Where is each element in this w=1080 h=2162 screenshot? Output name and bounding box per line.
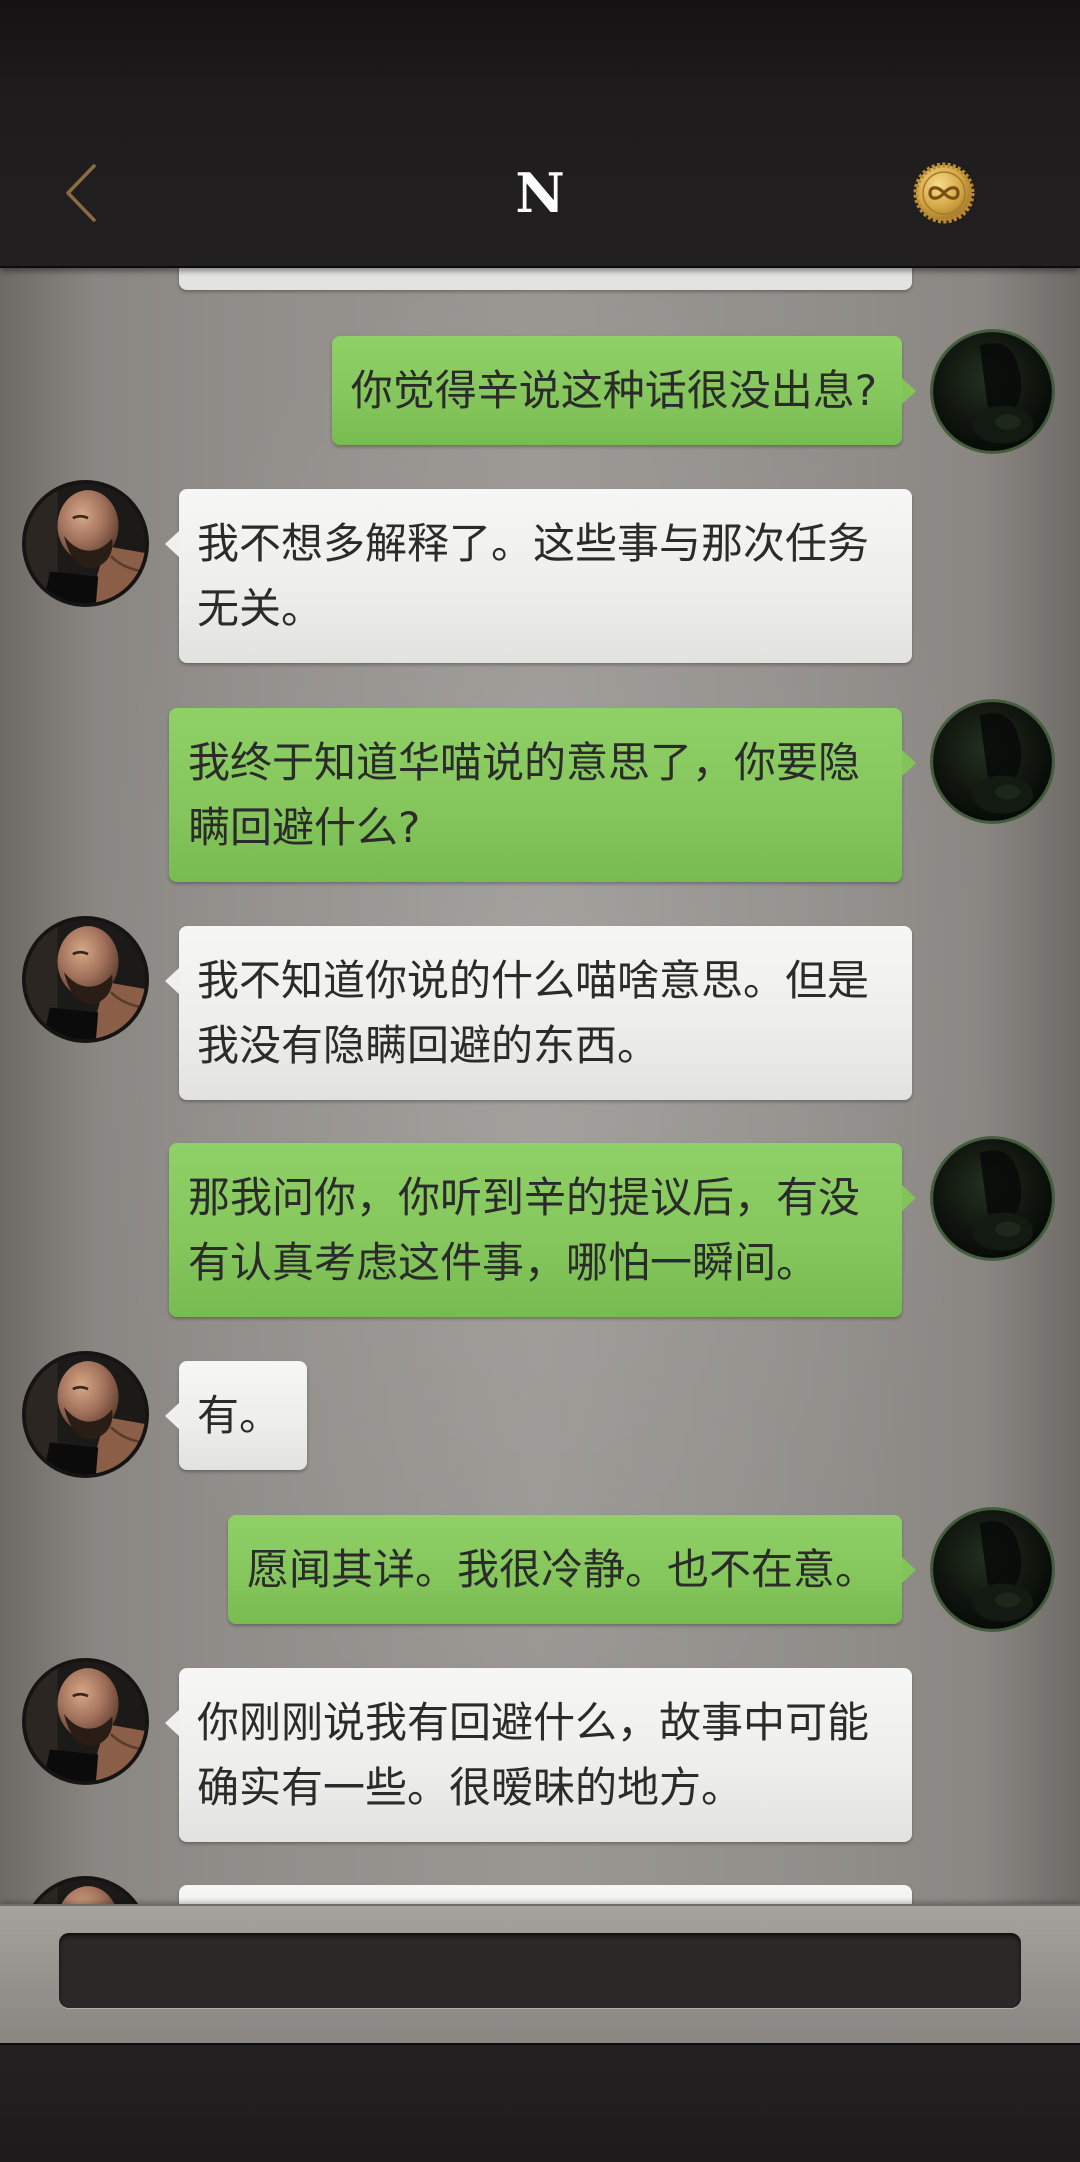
infinity-badge-icon bbox=[913, 162, 975, 224]
message-bubble-received: 我不想多解释了。这些事与那次任务无关。 bbox=[165, 489, 912, 663]
back-button[interactable] bbox=[56, 158, 104, 228]
user-avatar bbox=[929, 1135, 1056, 1262]
contact-avatar bbox=[22, 1876, 149, 1904]
chat-area[interactable]: 你觉得辛说这种话很没出息? 我不想多解释了。这些事与那次任务无关。 我终于知道华… bbox=[0, 266, 1080, 1904]
message-bubble-sent: 愿闻其详。我很冷静。也不在意。 bbox=[227, 1515, 917, 1624]
user-avatar bbox=[929, 698, 1056, 825]
page-title: N bbox=[515, 161, 565, 225]
contact-avatar bbox=[22, 916, 149, 1043]
contact-avatar bbox=[22, 480, 149, 607]
badge-button[interactable] bbox=[912, 161, 976, 225]
app-header: N bbox=[0, 0, 1080, 268]
user-avatar bbox=[929, 328, 1056, 455]
user-avatar bbox=[929, 1506, 1056, 1633]
message-bubble-partial bbox=[179, 266, 912, 290]
message-bubble-sent: 我终于知道华喵说的意思了，你要隐瞒回避什么? bbox=[169, 708, 916, 882]
message-bubble-partial bbox=[179, 1885, 912, 1904]
message-bubble-received: 有。 bbox=[164, 1361, 308, 1470]
input-bar bbox=[0, 1904, 1080, 2045]
message-bubble-sent: 你觉得辛说这种话很没出息? bbox=[331, 336, 917, 445]
bottom-bar bbox=[0, 2043, 1080, 2162]
chevron-left-icon bbox=[66, 164, 96, 222]
message-input[interactable] bbox=[59, 1933, 1021, 2008]
message-bubble-sent: 那我问你，你听到辛的提议后，有没有认真考虑这件事，哪怕一瞬间。 bbox=[169, 1143, 916, 1317]
message-bubble-received: 你刚刚说我有回避什么，故事中可能确实有一些。很暧昧的地方。 bbox=[165, 1668, 912, 1842]
message-bubble-received: 我不知道你说的什么喵啥意思。但是我没有隐瞒回避的东西。 bbox=[165, 926, 912, 1100]
contact-avatar bbox=[22, 1351, 149, 1478]
contact-avatar bbox=[22, 1658, 149, 1785]
